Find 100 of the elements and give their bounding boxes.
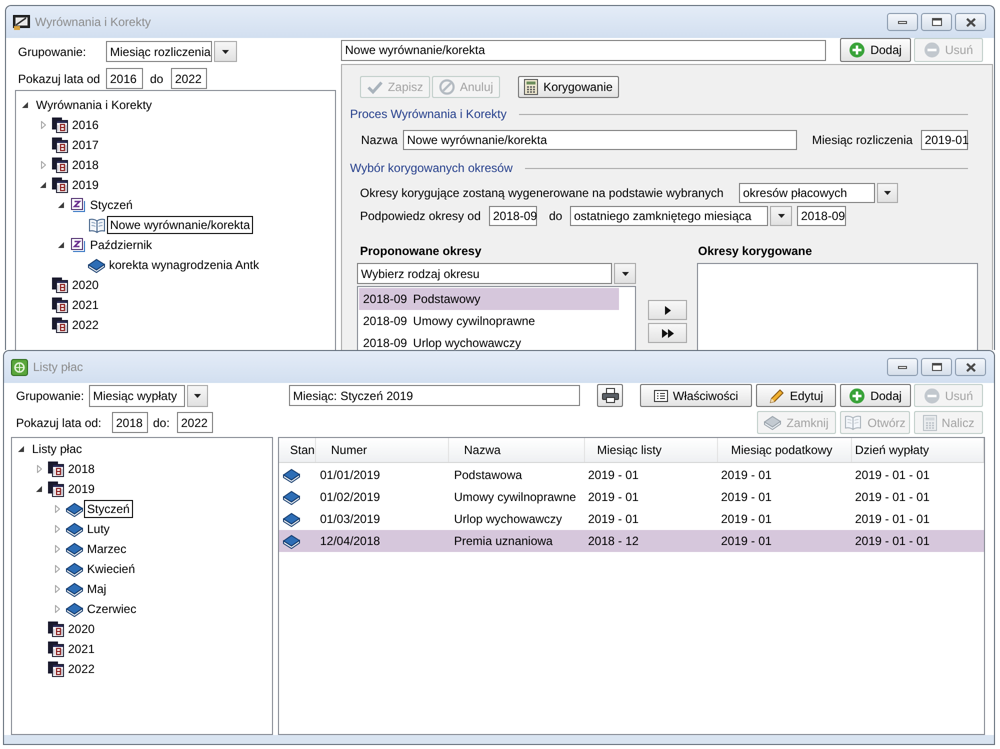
tree-item[interactable]: Listy płac [29, 440, 86, 458]
tree-item[interactable]: Luty [84, 520, 113, 538]
minimize-button[interactable] [887, 358, 918, 376]
input-field[interactable]: 2016 [106, 68, 143, 89]
field-label: Okresy korygujące zostaną wygenerowane na podstawie wybranych [360, 186, 724, 200]
close-button[interactable] [955, 13, 986, 31]
tree-item[interactable]: 2019 [65, 480, 98, 498]
calendar-icon [48, 621, 64, 637]
print-button[interactable] [597, 384, 623, 407]
column-header[interactable]: Dzień wypłaty [855, 441, 930, 459]
tree-item[interactable]: 2020 [69, 276, 102, 294]
book-icon [66, 502, 83, 516]
right-arrow-icon [664, 306, 670, 314]
correct-button[interactable]: Korygowanie [518, 76, 619, 98]
table-row[interactable]: 12/04/2018 Premia uznaniowa 2018 - 12 2019 - 01 2019 - 01 - 01 [279, 530, 984, 552]
expanded-triangle-icon[interactable] [58, 202, 64, 208]
combo-field[interactable]: okresów płacowych [739, 183, 875, 203]
expanded-triangle-icon[interactable] [58, 242, 64, 248]
combo-field[interactable]: Miesiąc wypłaty [89, 384, 185, 406]
tree-item[interactable]: korekta wynagrodzenia Antk [106, 256, 262, 274]
caret-icon [778, 214, 784, 218]
tree-item[interactable]: Kwiecień [84, 560, 138, 578]
close-icon [966, 362, 976, 372]
column-header[interactable]: Miesiąc podatkowy [731, 441, 832, 459]
list-item[interactable]: 2018-09 Podstawowy [359, 288, 619, 310]
tree-item[interactable]: Styczeń [87, 196, 136, 214]
tree-item[interactable]: 2019 [69, 176, 102, 194]
move-button[interactable] [648, 300, 687, 320]
tree-item[interactable]: 2018 [69, 156, 102, 174]
tree-item[interactable]: 2016 [69, 116, 102, 134]
book-icon [66, 522, 83, 536]
tree-item[interactable]: 2021 [65, 640, 98, 658]
printer-icon [602, 388, 618, 403]
book-icon [66, 562, 83, 576]
field-label: Pokazuj lata od: [16, 416, 102, 430]
column-header[interactable]: Miesiąc listy [597, 441, 662, 459]
maximize-button[interactable] [921, 358, 952, 376]
dropdown-button[interactable] [614, 263, 636, 284]
input-field[interactable]: 2018-09 [489, 206, 537, 226]
input-field[interactable]: Miesiąc: Styczeń 2019 [289, 385, 580, 406]
book-icon [283, 512, 300, 526]
expanded-triangle-icon[interactable] [36, 486, 42, 492]
calendar-icon [52, 317, 68, 333]
field-label: do [549, 209, 562, 223]
dropdown-button[interactable] [877, 183, 898, 203]
input-field[interactable]: Nowe wyrównanie/korekta [341, 40, 826, 60]
field-label: Grupowanie: [16, 388, 84, 402]
tree-item[interactable]: Czerwiec [84, 600, 140, 618]
field-label: do [150, 72, 164, 86]
check-icon [366, 80, 383, 94]
input-field[interactable]: 2019-01 [920, 130, 968, 150]
minimize-icon [898, 20, 907, 24]
edit-button[interactable]: Edytuj [756, 384, 836, 407]
move-button[interactable] [648, 323, 687, 343]
list-icon [654, 390, 668, 402]
calculator-icon [922, 414, 937, 430]
maximize-icon [932, 363, 942, 371]
list-title: Okresy korygowane [698, 242, 812, 260]
table-cell-text: 2019 - 01 - 01 [855, 467, 930, 484]
minimize-button[interactable] [887, 13, 918, 31]
expanded-triangle-icon[interactable] [40, 182, 46, 188]
tree-item[interactable]: Maj [84, 580, 110, 598]
dropdown-button[interactable] [770, 206, 792, 226]
tree-item[interactable]: Październik [87, 236, 156, 254]
expanded-triangle-icon[interactable] [22, 102, 28, 108]
tree-item[interactable]: Nowe wyrównanie/korekta [107, 216, 254, 234]
add-button[interactable]: Dodaj [840, 384, 911, 407]
field-label: Pokazuj lata od [18, 72, 100, 86]
table-cell-text: 2019 - 01 [721, 489, 772, 506]
tree-item[interactable]: 2020 [65, 620, 98, 638]
tree-item[interactable]: 2018 [65, 460, 98, 478]
dropdown-button[interactable] [214, 41, 237, 62]
input-field[interactable]: 2022 [171, 68, 207, 89]
combo-field[interactable]: Wybierz rodzaj okresu [357, 263, 612, 284]
tree-item[interactable]: Wyrównania i Korekty [33, 96, 155, 114]
tree-item[interactable]: 2022 [69, 316, 102, 334]
column-header[interactable]: Stan [290, 441, 315, 459]
combo-field[interactable]: ostatniego zamkniętego miesiąca [570, 206, 768, 226]
input-field[interactable]: 2018 [112, 412, 148, 433]
double-right-arrow-icon [662, 328, 674, 338]
maximize-button[interactable] [921, 13, 952, 31]
close-button[interactable] [955, 358, 986, 376]
add-button[interactable]: Dodaj [840, 38, 911, 62]
input-field[interactable]: 2022 [177, 412, 213, 433]
expanded-triangle-icon[interactable] [18, 446, 24, 452]
tree-item[interactable]: Styczeń [84, 500, 133, 518]
combo-field[interactable]: Miesiąc rozliczenia [106, 41, 212, 62]
tree-item[interactable]: 2022 [65, 660, 98, 678]
properties-button[interactable]: Właściwości [640, 384, 752, 407]
tree-item[interactable]: 2017 [69, 136, 102, 154]
column-header[interactable]: Numer [331, 441, 368, 459]
tree-item[interactable]: Marzec [84, 540, 130, 558]
table-cell-text: Podstawowa [454, 467, 522, 484]
input-field[interactable]: 2018-09 [797, 206, 846, 226]
dropdown-button[interactable] [187, 384, 208, 406]
input-field[interactable]: Nowe wyrównanie/korekta [403, 130, 797, 150]
tree-item[interactable]: 2021 [69, 296, 102, 314]
calendar-icon [48, 461, 64, 477]
table-cell-text: 12/04/2018 [320, 533, 380, 550]
column-header[interactable]: Nazwa [464, 441, 501, 459]
